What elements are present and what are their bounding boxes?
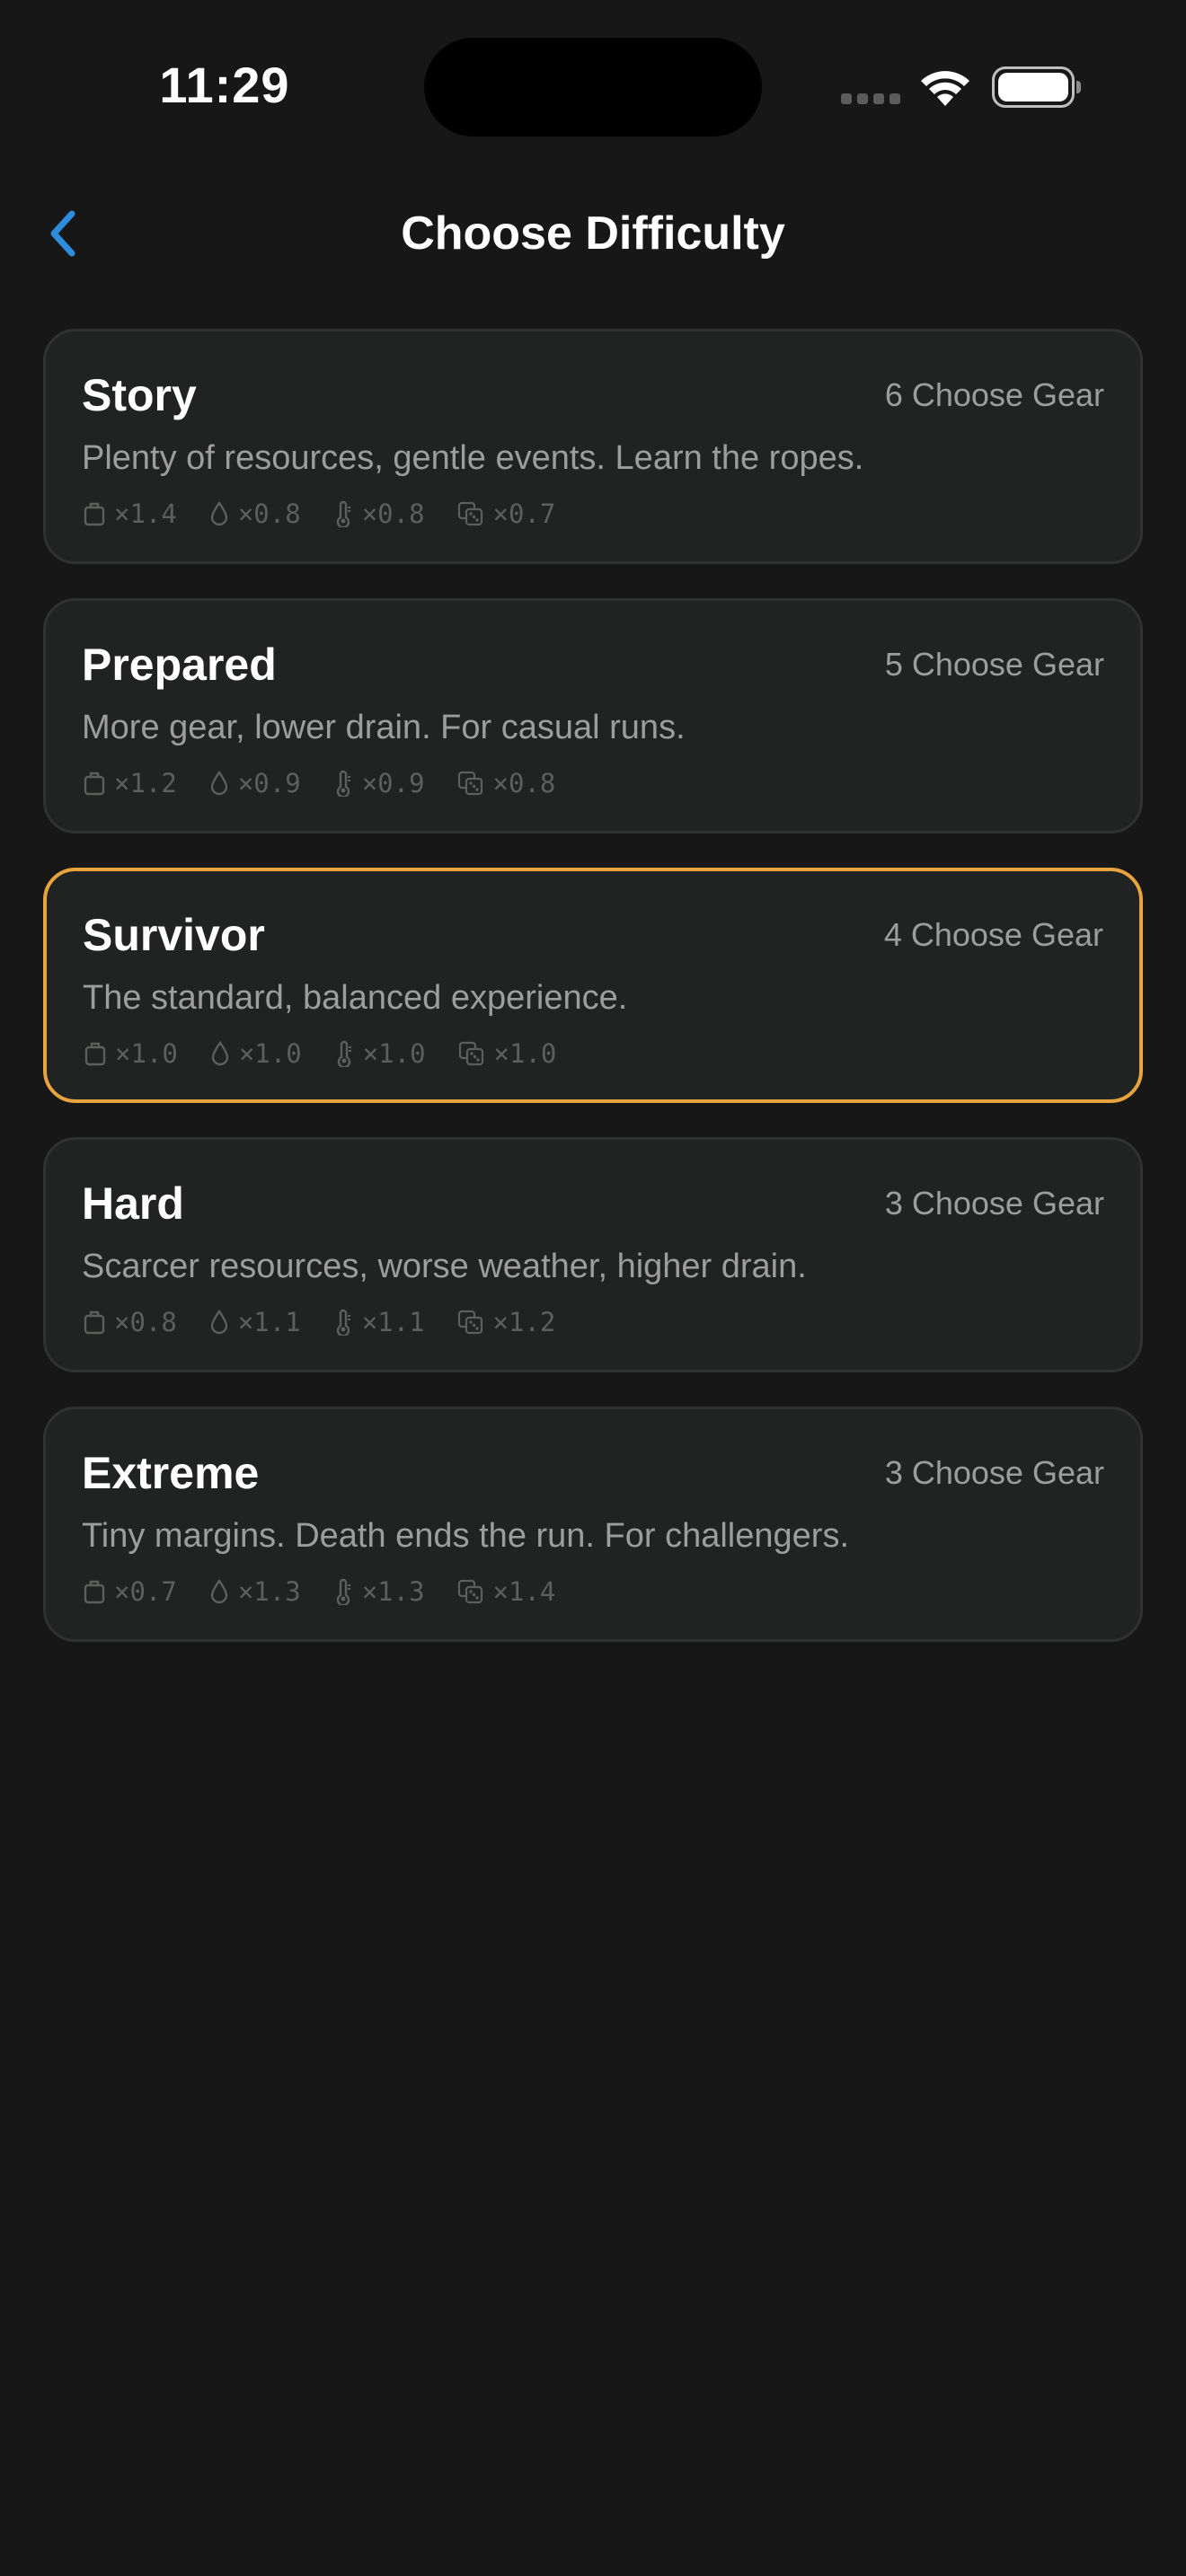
stat-dice: ×0.8	[457, 768, 556, 798]
battery-icon	[992, 66, 1081, 108]
difficulty-card-survivor[interactable]: Survivor 4 Choose Gear The standard, bal…	[43, 868, 1143, 1103]
stat-bag: ×0.8	[84, 1307, 177, 1337]
stat-temp-value: ×1.3	[361, 1576, 425, 1607]
bag-icon	[84, 502, 105, 526]
stat-bag-value: ×0.7	[114, 1576, 177, 1607]
stat-drop-value: ×1.3	[237, 1576, 301, 1607]
stat-bag: ×1.2	[84, 768, 177, 798]
stat-drop-value: ×1.1	[237, 1307, 301, 1337]
status-time: 11:29	[159, 57, 290, 113]
gear-count: 5 Choose Gear	[884, 646, 1104, 683]
thermometer-icon	[336, 1578, 350, 1605]
difficulty-card-extreme[interactable]: Extreme 3 Choose Gear Tiny margins. Deat…	[43, 1407, 1143, 1642]
dice-icon	[457, 1579, 482, 1604]
thermometer-icon	[336, 770, 350, 797]
stat-drop: ×0.8	[209, 498, 301, 529]
stat-drop: ×1.3	[209, 1576, 301, 1607]
stat-bag: ×1.0	[84, 1038, 178, 1069]
stat-drop-value: ×0.8	[237, 498, 301, 529]
difficulty-name: Survivor	[83, 910, 265, 960]
stat-dice-value: ×1.4	[492, 1576, 556, 1607]
stat-drop-value: ×0.9	[237, 768, 301, 798]
stat-temp-value: ×0.9	[361, 768, 425, 798]
stat-dice: ×1.4	[457, 1576, 556, 1607]
stat-temp: ×1.1	[333, 1307, 425, 1337]
stat-row: ×1.4 ×0.8 ×0.8 ×0.7	[84, 498, 588, 529]
stat-temp: ×1.3	[333, 1576, 425, 1607]
bag-icon	[84, 772, 105, 796]
difficulty-card-story[interactable]: Story 6 Choose Gear Plenty of resources,…	[43, 329, 1143, 564]
drop-icon	[210, 1310, 228, 1335]
bag-icon	[84, 1310, 105, 1335]
navigation-bar: Choose Difficulty	[0, 180, 1186, 287]
stat-temp-value: ×1.1	[361, 1307, 425, 1337]
difficulty-card-prepared[interactable]: Prepared 5 Choose Gear More gear, lower …	[43, 598, 1143, 834]
difficulty-name: Hard	[82, 1178, 184, 1229]
drop-icon	[210, 1579, 228, 1604]
difficulty-name: Story	[82, 370, 197, 420]
difficulty-description: More gear, lower drain. For casual runs.	[82, 709, 686, 746]
stat-dice-value: ×0.7	[492, 498, 556, 529]
stat-row: ×0.8 ×1.1 ×1.1 ×1.2	[84, 1307, 588, 1337]
dice-icon	[457, 1310, 482, 1335]
page-title: Choose Difficulty	[401, 207, 785, 260]
stat-dice: ×0.7	[457, 498, 556, 529]
stat-temp-value: ×1.0	[362, 1038, 426, 1069]
stat-row: ×1.2 ×0.9 ×0.9 ×0.8	[84, 768, 588, 798]
stat-bag: ×1.4	[84, 498, 177, 529]
stat-drop: ×1.0	[210, 1038, 302, 1069]
stat-drop: ×0.9	[209, 768, 301, 798]
wifi-icon	[921, 71, 969, 106]
stat-dice-value: ×1.0	[493, 1038, 557, 1069]
drop-icon	[210, 501, 228, 526]
difficulty-name: Prepared	[82, 640, 277, 690]
bag-icon	[84, 1580, 105, 1604]
stat-temp-value: ×0.8	[361, 498, 425, 529]
thermometer-icon	[336, 500, 350, 527]
dice-icon	[457, 501, 482, 526]
difficulty-card-hard[interactable]: Hard 3 Choose Gear Scarcer resources, wo…	[43, 1137, 1143, 1372]
gear-count: 3 Choose Gear	[884, 1185, 1104, 1222]
difficulty-list: Story 6 Choose Gear Plenty of resources,…	[43, 329, 1143, 1676]
thermometer-icon	[336, 1309, 350, 1336]
stat-row: ×0.7 ×1.3 ×1.3 ×1.4	[84, 1576, 588, 1607]
stat-bag-value: ×1.0	[115, 1038, 178, 1069]
status-bar: 11:29	[0, 0, 1186, 144]
difficulty-description: Tiny margins. Death ends the run. For ch…	[82, 1517, 849, 1555]
stat-row: ×1.0 ×1.0 ×1.0 ×1.0	[84, 1038, 589, 1069]
stat-dice: ×1.2	[457, 1307, 556, 1337]
stat-bag-value: ×1.4	[114, 498, 177, 529]
difficulty-name: Extreme	[82, 1448, 260, 1498]
difficulty-description: The standard, balanced experience.	[83, 979, 628, 1017]
dice-icon	[457, 771, 482, 796]
gear-count: 4 Choose Gear	[883, 916, 1103, 953]
stat-temp: ×0.9	[333, 768, 425, 798]
gear-count: 6 Choose Gear	[884, 376, 1104, 413]
difficulty-description: Plenty of resources, gentle events. Lear…	[82, 439, 864, 477]
stat-dice-value: ×0.8	[492, 768, 556, 798]
stat-bag-value: ×0.8	[114, 1307, 177, 1337]
stat-drop-value: ×1.0	[238, 1038, 302, 1069]
stat-temp: ×1.0	[334, 1038, 426, 1069]
stat-bag: ×0.7	[84, 1576, 177, 1607]
dice-icon	[458, 1041, 483, 1066]
bag-icon	[84, 1042, 106, 1066]
drop-icon	[210, 771, 228, 796]
stat-drop: ×1.1	[209, 1307, 301, 1337]
gear-count: 3 Choose Gear	[884, 1454, 1104, 1491]
drop-icon	[211, 1041, 229, 1066]
dynamic-island	[424, 38, 762, 137]
difficulty-description: Scarcer resources, worse weather, higher…	[82, 1248, 807, 1285]
stat-temp: ×0.8	[333, 498, 425, 529]
thermometer-icon	[337, 1040, 351, 1067]
stat-bag-value: ×1.2	[114, 768, 177, 798]
stat-dice-value: ×1.2	[492, 1307, 556, 1337]
stat-dice: ×1.0	[458, 1038, 557, 1069]
